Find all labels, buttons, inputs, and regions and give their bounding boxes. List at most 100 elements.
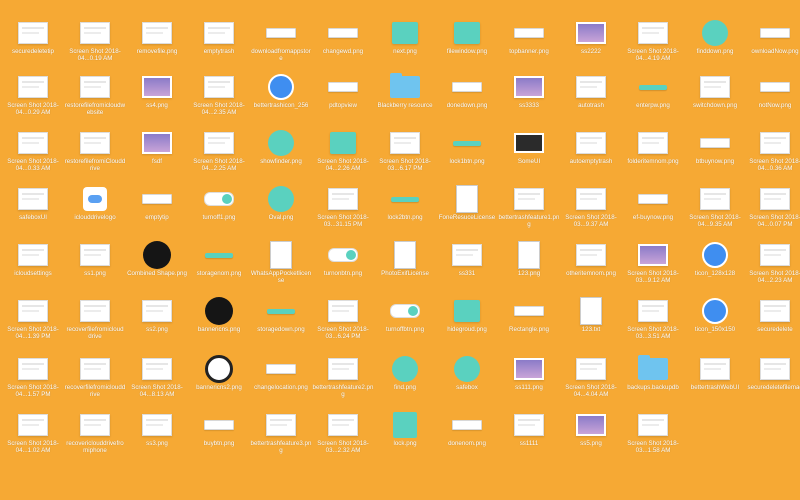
desktop-file-item[interactable]: ss5.png [560,410,622,468]
desktop-file-item[interactable]: Screen Shot 2018-03...9.37 AM [560,184,622,242]
desktop-file-item[interactable]: Screen Shot 2018-04...0.29 AM [2,72,64,130]
desktop-file-item[interactable]: Screen Shot 2018-04...0.33 AM [2,128,64,186]
desktop-file-item[interactable]: changelocation.png [250,354,312,412]
desktop-file-item[interactable]: enterpw.png [622,72,684,130]
desktop-file-item[interactable]: find.png [374,354,436,412]
desktop-file-item[interactable]: ss1.png [64,240,126,298]
desktop-file-item[interactable]: turnonbtn.png [312,240,374,298]
desktop-file-item[interactable]: donenom.png [436,410,498,468]
desktop-file-item[interactable]: 123.png [498,240,560,298]
desktop-file-item[interactable]: removefile.png [126,18,188,76]
desktop-file-item[interactable]: ss3333 [498,72,560,130]
desktop-file-item[interactable]: FoneResuceLicense [436,184,498,242]
desktop-file-item[interactable]: bannericns.png [188,296,250,354]
desktop-file-item[interactable]: lock2btn.png [374,184,436,242]
desktop-file-item[interactable]: Screen Shot 2018-03...9.12 AM [622,240,684,298]
desktop-file-item[interactable]: safeboxUI [2,184,64,242]
desktop-file-item[interactable]: 123.txt [560,296,622,354]
desktop-file-item[interactable]: donedown.png [436,72,498,130]
desktop-file-item[interactable]: buybtn.png [188,410,250,468]
desktop-file-item[interactable]: ss111.png [498,354,560,412]
desktop-file-item[interactable]: securedeletetip [2,18,64,76]
desktop-file-item[interactable]: Screen Shot 2018-03...31.15 PM [312,184,374,242]
desktop-file-item[interactable]: Screen Shot 2018-04...1.02 AM [2,410,64,468]
desktop-file-item[interactable]: ss331 [436,240,498,298]
desktop-file-item[interactable]: backups.backupdb [622,354,684,412]
desktop-file-item[interactable]: Screen Shot 2018-04...2.23 AM [744,240,800,298]
desktop-file-item[interactable]: Blackberry resource [374,72,436,130]
desktop-file-item[interactable]: pdtopview [312,72,374,130]
desktop-file-item[interactable]: recoverfilefromiclouddrive [64,354,126,412]
desktop-file-item[interactable]: bettertrashfeature1.png [498,184,560,242]
desktop-file-item[interactable]: securedeletefilemac [744,354,800,412]
desktop-file-item[interactable]: autotrash [560,72,622,130]
desktop-file-item[interactable]: folderitemnom.png [622,128,684,186]
desktop-file-item[interactable]: ownloadNow.png [744,18,800,76]
desktop-file-item[interactable]: bannericns2.png [188,354,250,412]
desktop-file-item[interactable]: lock1btn.png [436,128,498,186]
desktop-file-item[interactable]: Screen Shot 2018-04...1.57 PM [2,354,64,412]
desktop-file-item[interactable]: Screen Shot 2018-04...4.04 AM [560,354,622,412]
desktop-file-item[interactable]: Screen Shot 2018-03...3.51 AM [622,296,684,354]
desktop-file-item[interactable]: turnoff1.png [188,184,250,242]
desktop-file-item[interactable]: recovericlouddrivefromiphone [64,410,126,468]
desktop-file-item[interactable]: Screen Shot 2018-04...0.07 PM [744,184,800,242]
desktop-file-item[interactable]: storagedown.png [250,296,312,354]
desktop-file-item[interactable]: otheritemnom.png [560,240,622,298]
desktop-file-item[interactable]: Screen Shot 2018-04...4.19 AM [622,18,684,76]
desktop-file-item[interactable]: Screen Shot 2018-04...2.35 AM [188,72,250,130]
desktop-file-item[interactable]: Screen Shot 2018-04...8.13 AM [126,354,188,412]
desktop-file-item[interactable]: Screen Shot 2018-04...0.36 AM [744,128,800,186]
desktop-file-item[interactable]: Screen Shot 2018-04...2.26 AM [312,128,374,186]
desktop-file-item[interactable]: autoemptytrash [560,128,622,186]
desktop-file-item[interactable]: filewindow.png [436,18,498,76]
desktop-file-item[interactable]: SomeUI [498,128,560,186]
desktop-file-item[interactable]: storagenom.png [188,240,250,298]
desktop-file-item[interactable]: emptytip [126,184,188,242]
desktop-file-item[interactable]: switchdown.png [684,72,746,130]
desktop-file-item[interactable]: ss2222 [560,18,622,76]
desktop-file-item[interactable]: Screen Shot 2018-04...9.35 AM [684,184,746,242]
desktop-file-item[interactable]: btbuynow.png [684,128,746,186]
desktop-file-item[interactable]: hidegroud.png [436,296,498,354]
desktop-file-item[interactable]: Screen Shot 2018-04...0.19 AM [64,18,126,76]
desktop-file-item[interactable]: Screen Shot 2018-03...6.17 PM [374,128,436,186]
desktop-file-item[interactable]: emptytrash [188,18,250,76]
desktop-file-item[interactable]: iclouddrivelogo [64,184,126,242]
desktop-file-item[interactable]: icloudsettings [2,240,64,298]
desktop-file-item[interactable]: Oval.png [250,184,312,242]
desktop-file-item[interactable]: ef-buynow.png [622,184,684,242]
desktop-file-item[interactable]: bettertrashWebUI [684,354,746,412]
desktop-file-item[interactable]: restorefilefromiClouddrive [64,128,126,186]
desktop-file-item[interactable]: ss1111 [498,410,560,468]
desktop-file-item[interactable]: Screen Shot 2018-03...1.58 AM [622,410,684,468]
desktop-file-item[interactable]: safebox [436,354,498,412]
desktop-file-item[interactable]: Rectangle.png [498,296,560,354]
desktop-file-item[interactable]: showfinder.png [250,128,312,186]
desktop-file-item[interactable]: securedelete [744,296,800,354]
desktop-file-item[interactable]: recoverfilefromicloud drive [64,296,126,354]
desktop-file-item[interactable]: ss2.png [126,296,188,354]
desktop-file-item[interactable]: fsdf [126,128,188,186]
desktop-file-item[interactable]: next.png [374,18,436,76]
desktop-file-item[interactable]: bettertrashfeature2.png [312,354,374,412]
desktop-file-item[interactable]: PhotoExifLicense [374,240,436,298]
desktop-file-item[interactable]: changewd.png [312,18,374,76]
desktop-file-item[interactable]: Screen Shot 2018-04...2.25 AM [188,128,250,186]
desktop-file-item[interactable]: bettertrashfeature3.png [250,410,312,468]
desktop-file-item[interactable]: WhatsAppPocketlicense [250,240,312,298]
desktop-file-item[interactable]: downloadfromappstore [250,18,312,76]
desktop-file-item[interactable]: restorefilefromicloudwebsite [64,72,126,130]
desktop-file-item[interactable]: Screen Shot 2018-04...1.39 PM [2,296,64,354]
desktop-file-item[interactable]: notNow.png [744,72,800,130]
desktop-file-item[interactable]: ticon_128x128 [684,240,746,298]
desktop-file-item[interactable]: bettertrashicon_256 [250,72,312,130]
desktop-file-item[interactable]: ss4.png [126,72,188,130]
desktop-file-item[interactable]: lock.png [374,410,436,468]
desktop-file-item[interactable]: turnoffbtn.png [374,296,436,354]
desktop-file-item[interactable]: Combined Shape.png [126,240,188,298]
desktop-file-item[interactable]: ticon_150x150 [684,296,746,354]
desktop-file-item[interactable]: finddown.png [684,18,746,76]
desktop-file-item[interactable]: Screen Shot 2018-03...2.32 AM [312,410,374,468]
desktop-file-item[interactable]: ss3.png [126,410,188,468]
